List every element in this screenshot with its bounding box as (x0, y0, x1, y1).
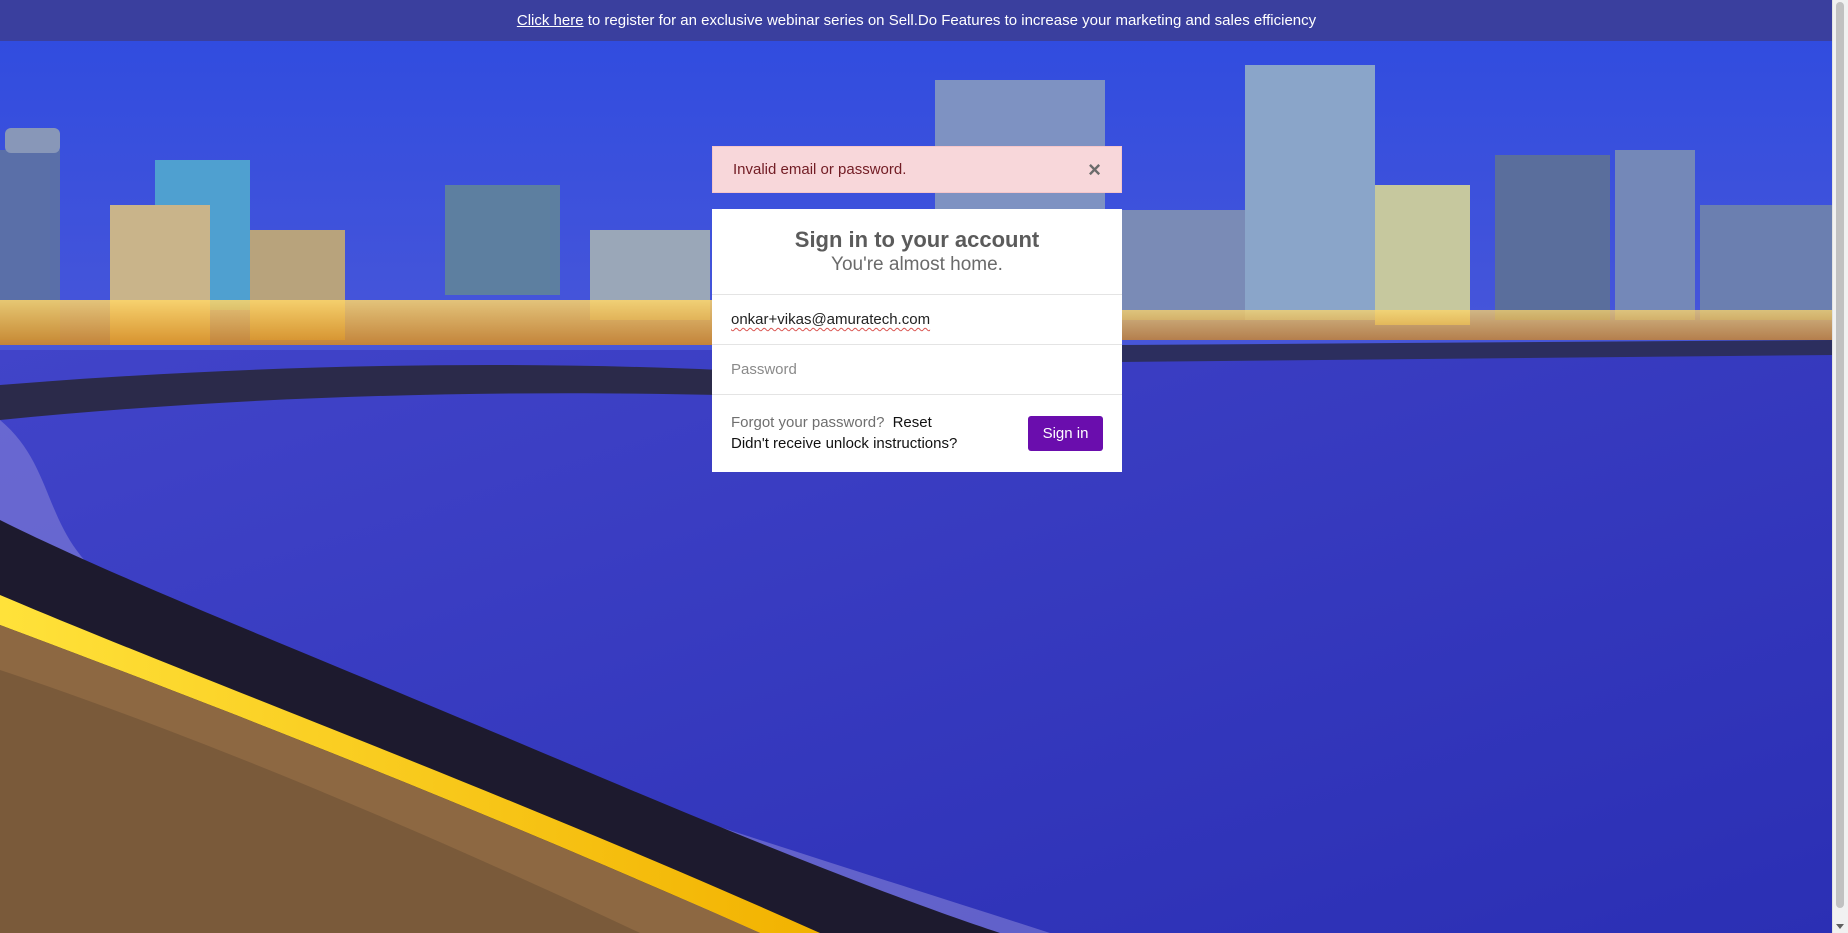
email-input[interactable]: onkar+vikas@amuratech.com (731, 311, 930, 328)
password-input[interactable] (731, 361, 1103, 378)
unlock-instructions-link[interactable]: Didn't receive unlock instructions? (731, 433, 1028, 454)
password-field[interactable] (712, 345, 1122, 395)
vertical-scrollbar[interactable] (1832, 0, 1848, 933)
login-card-header: Sign in to your account You're almost ho… (712, 209, 1122, 295)
alert-message: Invalid email or password. (733, 161, 907, 178)
scroll-down-arrow-icon[interactable] (1836, 924, 1844, 929)
login-card: Sign in to your account You're almost ho… (712, 209, 1122, 472)
login-page: Click here to register for an exclusive … (0, 0, 1848, 933)
webinar-banner: Click here to register for an exclusive … (0, 0, 1833, 41)
sign-in-button[interactable]: Sign in (1028, 415, 1103, 451)
email-field[interactable]: onkar+vikas@amuratech.com (712, 295, 1122, 345)
reset-password-link[interactable]: Reset (893, 414, 932, 431)
banner-register-link[interactable]: Click here (517, 12, 584, 29)
close-icon[interactable]: × (1088, 158, 1101, 181)
scrollbar-thumb[interactable] (1836, 2, 1844, 908)
error-alert: Invalid email or password. × (712, 146, 1122, 193)
login-card-footer: Forgot your password? Reset Didn't recei… (712, 395, 1122, 471)
banner-text: to register for an exclusive webinar ser… (587, 12, 1317, 29)
login-subtitle: You're almost home. (831, 254, 1003, 275)
login-title: Sign in to your account (794, 227, 1040, 252)
account-help-links: Forgot your password? Reset Didn't recei… (731, 412, 1028, 454)
forgot-password-text: Forgot your password? (731, 414, 885, 431)
